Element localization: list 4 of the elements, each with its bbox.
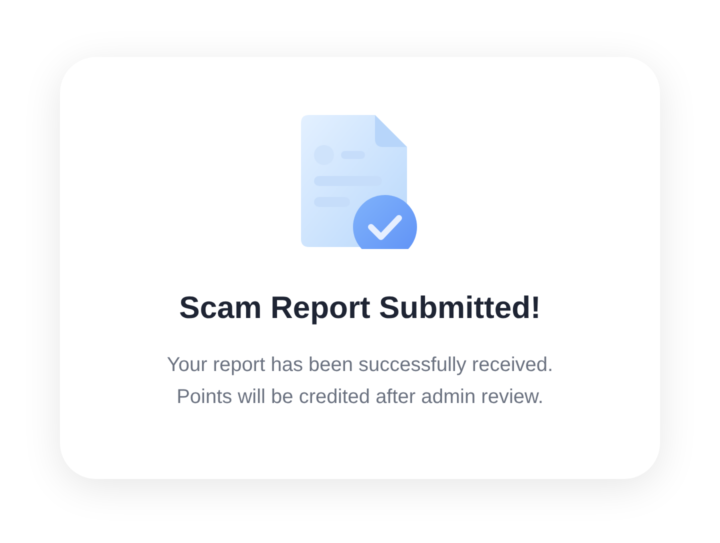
dialog-title: Scam Report Submitted! bbox=[179, 288, 541, 326]
document-check-icon bbox=[301, 114, 419, 248]
dialog-message-line: Your report has been successfully received. bbox=[166, 353, 554, 378]
dialog-message-line: Points will be credited after admin review. bbox=[176, 385, 544, 410]
